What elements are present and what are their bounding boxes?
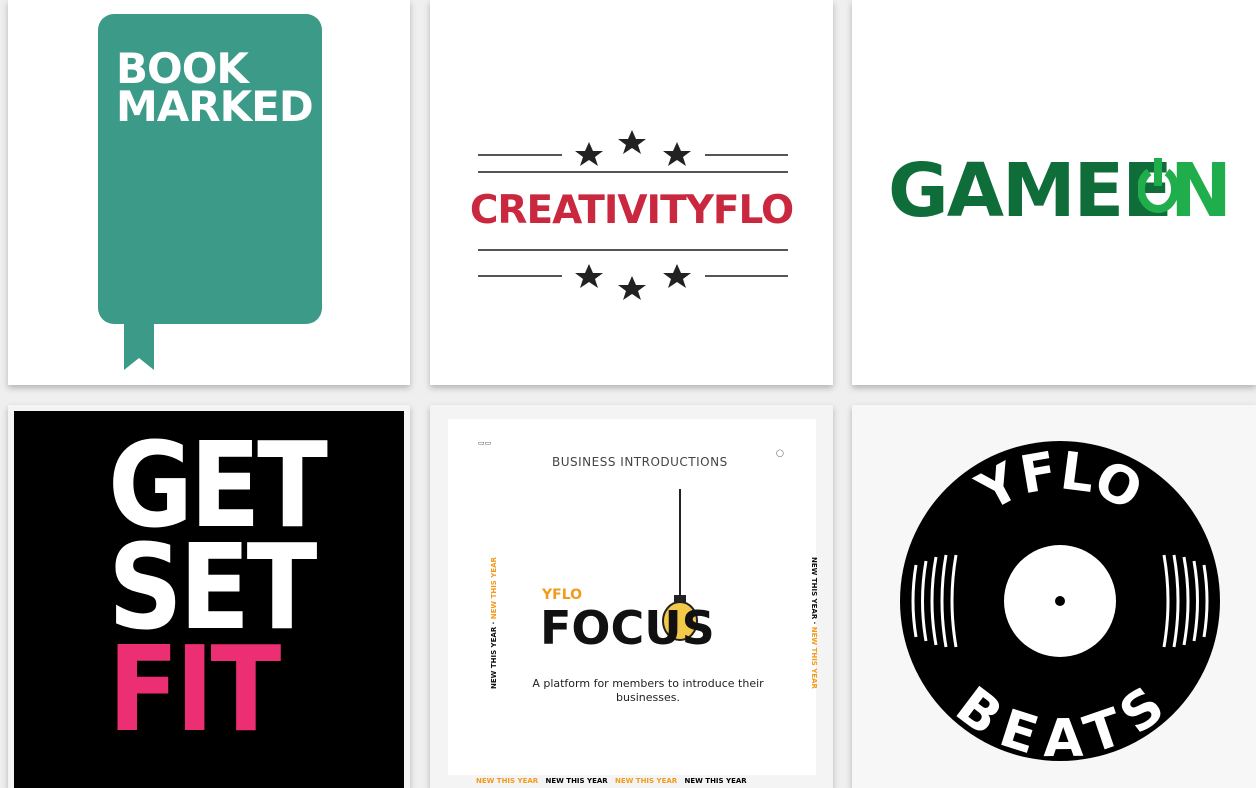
strip-right: NEW THIS YEAR · NEW THIS YEAR xyxy=(809,557,818,689)
gameon-hidden-o: O xyxy=(852,0,853,1)
yflofocus-poster: ▭▭ ◯ BUSINESS INTRODUCTIONS YFLO FOCUS A… xyxy=(448,419,818,785)
gameon-logo-text: GAMEE xyxy=(888,148,1173,234)
bookmark-ribbon-icon xyxy=(124,324,154,370)
vinyl-record-icon: YFLO BEATS xyxy=(900,441,1220,769)
lightbulb-icon xyxy=(662,489,698,641)
gameon-card[interactable]: GAMEE N O xyxy=(852,0,1256,385)
bookmarked-logo-text: BOOK MARKED xyxy=(116,44,314,131)
getsetfit-card[interactable]: GET SET FIT xyxy=(8,405,410,788)
yflofocus-card[interactable]: ▭▭ ◯ BUSINESS INTRODUCTIONS YFLO FOCUS A… xyxy=(430,405,833,788)
book-cover: BOOK MARKED xyxy=(98,14,322,324)
strip-left: NEW THIS YEAR · NEW THIS YEAR xyxy=(489,557,498,689)
getsetfit-line-fit: FIT xyxy=(108,620,281,758)
yflobeats-card[interactable]: YFLO BEATS xyxy=(852,405,1256,788)
gameon-logo-n: N xyxy=(1170,148,1232,234)
bookmarked-card[interactable]: BOOK MARKED xyxy=(8,0,410,385)
focus-title: FOCUS xyxy=(540,601,715,655)
poster-description: A platform for members to introduce thei… xyxy=(532,677,764,704)
creativityflo-logo-text: CREATIVITYFLO xyxy=(469,188,794,233)
creativityflo-card[interactable]: CREATIVITYFLO xyxy=(430,0,833,385)
strip-bottom: NEW THIS YEAR NEW THIS YEAR NEW THIS YEA… xyxy=(476,777,747,785)
